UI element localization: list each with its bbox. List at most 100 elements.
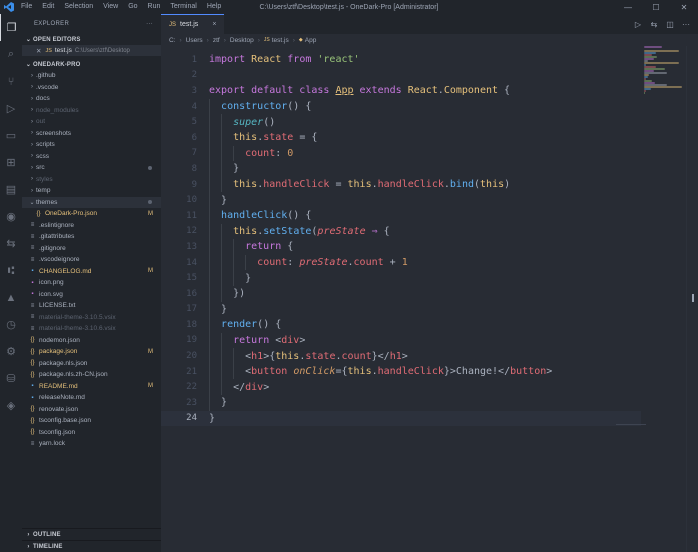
code-line: 19 return <div> (161, 332, 641, 349)
more-actions-icon[interactable]: ··· (146, 21, 153, 27)
open-editor-item[interactable]: ✕ JS test.js C:\Users\ztf\Desktop (22, 45, 161, 56)
outline-section[interactable]: › OUTLINE (22, 528, 161, 540)
maximize-icon[interactable]: ☐ (642, 0, 670, 14)
run-icon[interactable]: ▷ (632, 20, 644, 29)
tree-item-temp[interactable]: › temp (22, 185, 161, 197)
tree-item-releasenote-md[interactable]: ▪ releaseNote.md (22, 392, 161, 404)
tree-item-screenshots[interactable]: › screenshots (22, 128, 161, 140)
edge-devtools-icon[interactable]: ◉ (0, 203, 22, 230)
menu-item-help[interactable]: Help (202, 0, 226, 14)
tree-item-gitignore[interactable]: ≡ .gitignore (22, 243, 161, 255)
tree-item-package-nls-zh-cn-json[interactable]: {} package.nls.zh-CN.json (22, 369, 161, 381)
layers-icon[interactable]: ◈ (0, 392, 22, 419)
close-icon[interactable]: ✕ (670, 0, 698, 14)
tree-item-package-nls-json[interactable]: {} package.nls.json (22, 358, 161, 370)
tree-item-gitattributes[interactable]: ≡ .gitattributes (22, 231, 161, 243)
azure-icon[interactable]: ▲ (0, 284, 22, 311)
breadcrumb-item-c[interactable]: C: (169, 37, 176, 44)
open-editors-section[interactable]: ⌄ OPEN EDITORS (22, 34, 161, 45)
split-editor-icon[interactable]: ◫ (664, 20, 676, 29)
timeline-label: TIMELINE (33, 543, 63, 550)
code-text: <button onClick={this.handleClick}>Chang… (209, 366, 553, 378)
tree-item-themes[interactable]: ⌄ themes (22, 196, 161, 208)
files-icon[interactable]: ❐ (0, 14, 22, 41)
line-number: 10 (186, 195, 197, 206)
md-file-icon: ▪ (31, 394, 34, 401)
tree-item-package-json[interactable]: {} package.json M (22, 346, 161, 358)
menu-item-edit[interactable]: Edit (37, 0, 59, 14)
tree-item-readme-md[interactable]: ▪ README.md M (22, 381, 161, 393)
code-text: } (209, 397, 228, 409)
tab-bar: JS test.js × ▷ ⇆ ◫ ··· (161, 14, 698, 34)
menu-item-terminal[interactable]: Terminal (165, 0, 201, 14)
tree-item-label: material-theme-3.10.5.vsix (39, 313, 116, 321)
tree-item-node-modules[interactable]: › node_modules (22, 105, 161, 117)
docker-icon[interactable]: ▤ (0, 176, 22, 203)
code-editor[interactable]: 1 import React from 'react' 2 3 export defau… (161, 52, 641, 427)
search-icon[interactable]: ⌕ (0, 41, 22, 68)
menu-item-view[interactable]: View (98, 0, 123, 14)
tree-item-github[interactable]: › .github (22, 70, 161, 82)
editor-actions: ▷ ⇆ ◫ ··· (632, 14, 692, 34)
git-graph-icon[interactable]: ⑆ (0, 257, 22, 284)
tree-item-material-theme-3-10-6-vsix[interactable]: ≡ material-theme-3.10.6.vsix (22, 323, 161, 335)
database-icon[interactable]: ⛁ (0, 365, 22, 392)
tree-item-src[interactable]: › src (22, 162, 161, 174)
run-debug-icon[interactable]: ▷ (0, 95, 22, 122)
tree-item-yarn-lock[interactable]: ≡ yarn.lock (22, 438, 161, 450)
code-text: constructor() { (221, 101, 312, 113)
tree-item-nodemon-json[interactable]: {} nodemon.json (22, 335, 161, 347)
tree-item-out[interactable]: › out (22, 116, 161, 128)
close-editor-icon[interactable]: ✕ (36, 47, 41, 55)
tree-item-docs[interactable]: › docs (22, 93, 161, 105)
tree-item-onedark-pro-json[interactable]: {} OneDark-Pro.json M (22, 208, 161, 220)
tree-item-material-theme-3-10-5-vsix[interactable]: ≡ material-theme-3.10.5.vsix (22, 312, 161, 324)
git-compare-icon[interactable]: ⇆ (648, 20, 660, 29)
tree-item-tsconfig-base-json[interactable]: {} tsconfig.base.json (22, 415, 161, 427)
timeline-section[interactable]: › TIMELINE (22, 540, 161, 552)
explorer-sidebar: EXPLORER ··· ⌄ OPEN EDITORS ✕ JS test.js… (22, 14, 161, 552)
breadcrumb-item-app[interactable]: App (305, 37, 317, 44)
js-file-icon: JS (169, 21, 177, 28)
close-tab-icon[interactable]: × (212, 21, 216, 28)
breadcrumb-item-desktop[interactable]: Desktop (230, 37, 254, 44)
menu-item-selection[interactable]: Selection (59, 0, 98, 14)
more-actions-icon[interactable]: ··· (680, 20, 692, 29)
code-line: 22 </div> (161, 379, 641, 396)
extensions-icon[interactable]: ⊞ (0, 149, 22, 176)
minimap[interactable] (644, 46, 684, 96)
tree-item-changelog-md[interactable]: ▪ CHANGELOG.md M (22, 266, 161, 278)
settings-sync-icon[interactable]: ⚙ (0, 338, 22, 365)
menu-item-file[interactable]: File (16, 0, 37, 14)
tree-item-renovate-json[interactable]: {} renovate.json (22, 404, 161, 416)
tree-item-icon-png[interactable]: ▪ icon.png (22, 277, 161, 289)
tab-test-js[interactable]: JS test.js × (161, 14, 225, 34)
source-control-icon[interactable]: ⑂ (0, 68, 22, 95)
live-share-icon[interactable]: ⇆ (0, 230, 22, 257)
menu-item-go[interactable]: Go (123, 0, 142, 14)
tree-item-icon-svg[interactable]: ▪ icon.svg (22, 289, 161, 301)
breadcrumb: C: › Users › ztf › Desktop › JS test.js › ◆ App (161, 34, 698, 46)
tree-item-styles[interactable]: › styles (22, 174, 161, 186)
menu-item-run[interactable]: Run (143, 0, 166, 14)
breadcrumb-item-test-js[interactable]: test.js (272, 37, 289, 44)
tree-item-license-txt[interactable]: ≡ LICENSE.txt (22, 300, 161, 312)
breadcrumb-item-ztf[interactable]: ztf (213, 37, 220, 44)
tree-item-vscodeignore[interactable]: ≡ .vscodeignore (22, 254, 161, 266)
line-number: 15 (186, 273, 197, 284)
tree-item-vscode[interactable]: › .vscode (22, 82, 161, 94)
tree-item-scripts[interactable]: › scripts (22, 139, 161, 151)
project-section[interactable]: ⌄ ONEDARK-PRO (22, 59, 161, 70)
breadcrumb-separator-icon: › (223, 36, 226, 44)
minimize-icon[interactable]: — (614, 0, 642, 14)
explorer-header: EXPLORER ··· (22, 14, 161, 34)
tree-item-tsconfig-json[interactable]: {} tsconfig.json (22, 427, 161, 439)
breadcrumb-item-users[interactable]: Users (186, 37, 203, 44)
vertical-scrollbar[interactable] (686, 46, 698, 552)
line-number: 13 (186, 241, 197, 252)
remote-explorer-icon[interactable]: ▭ (0, 122, 22, 149)
tree-item-scss[interactable]: › scss (22, 151, 161, 163)
code-text: <h1>{this.state.count}</h1> (209, 350, 408, 362)
tree-item-eslintignore[interactable]: ≡ .eslintignore (22, 220, 161, 232)
timeline-icon[interactable]: ◷ (0, 311, 22, 338)
